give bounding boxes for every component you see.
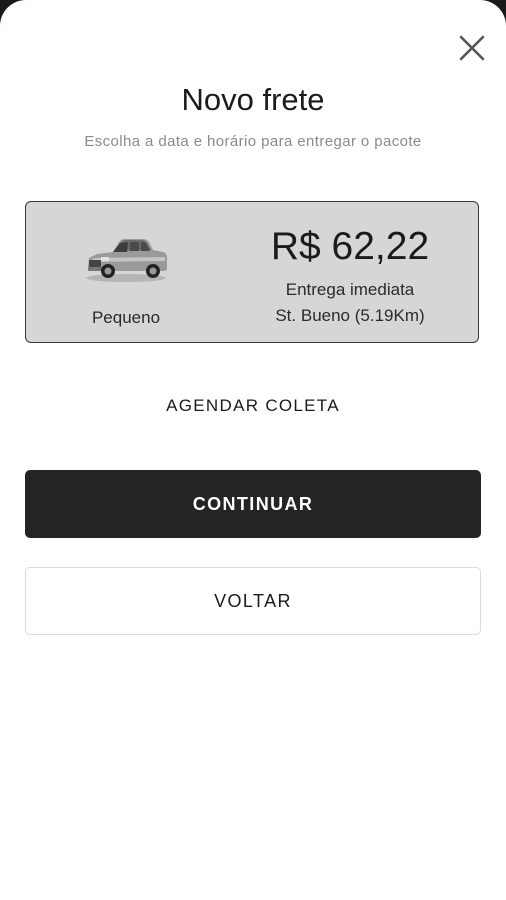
vehicle-block: Pequeno bbox=[66, 228, 186, 328]
freight-option-card[interactable]: Pequeno R$ 62,22 Entrega imediata St. Bu… bbox=[25, 201, 479, 343]
back-button[interactable]: VOLTAR bbox=[25, 567, 481, 635]
destination-distance: St. Bueno (5.19Km) bbox=[275, 306, 425, 325]
vehicle-size-label: Pequeno bbox=[91, 308, 161, 327]
pickup-truck-icon bbox=[86, 239, 167, 282]
bottom-sheet-modal: Novo frete Escolha a data e horário para… bbox=[0, 0, 506, 900]
price-block: R$ 62,22 Entrega imediata St. Bueno (5.1… bbox=[232, 222, 468, 326]
page-subtitle: Escolha a data e horário para entregar o… bbox=[84, 133, 422, 150]
close-icon bbox=[459, 35, 485, 61]
schedule-pickup-button[interactable]: AGENDAR COLETA bbox=[0, 396, 506, 416]
close-button[interactable] bbox=[456, 32, 488, 64]
freight-price: R$ 62,22 bbox=[270, 225, 430, 268]
delivery-type: Entrega imediata bbox=[285, 280, 415, 299]
continue-button[interactable]: CONTINUAR bbox=[25, 470, 481, 538]
page-title: Novo frete bbox=[181, 82, 325, 117]
